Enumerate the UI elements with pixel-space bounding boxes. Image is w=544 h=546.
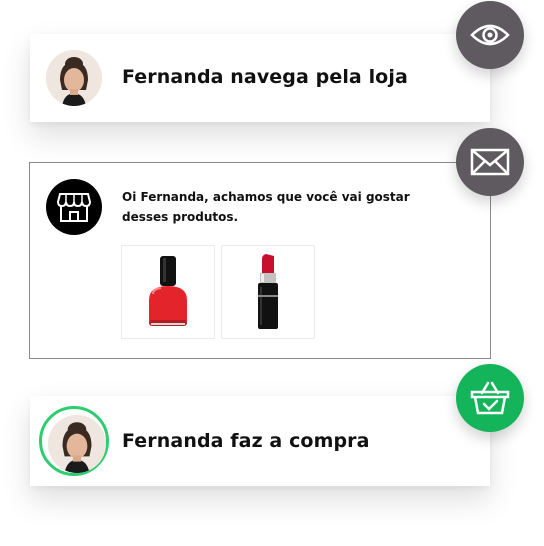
lipstick-image[interactable] — [221, 245, 315, 339]
shopping-basket-check-icon[interactable] — [456, 364, 524, 432]
step-title: Fernanda faz a compra — [122, 430, 370, 452]
store-icon — [46, 179, 102, 235]
email-message: Oi Fernanda, achamos que você vai gostar… — [122, 190, 410, 224]
step-card-browse: Fernanda navega pela loja — [30, 34, 490, 122]
step-title: Fernanda navega pela loja — [122, 66, 408, 88]
avatar-ring — [39, 406, 109, 476]
step-card-email: Oi Fernanda, achamos que você vai gostar… — [29, 162, 491, 359]
eye-icon[interactable] — [456, 1, 524, 69]
mail-icon[interactable] — [456, 128, 524, 196]
nail-polish-image[interactable] — [121, 245, 215, 339]
step-card-purchase: Fernanda faz a compra — [30, 396, 490, 486]
avatar — [46, 50, 102, 106]
avatar — [48, 415, 106, 473]
